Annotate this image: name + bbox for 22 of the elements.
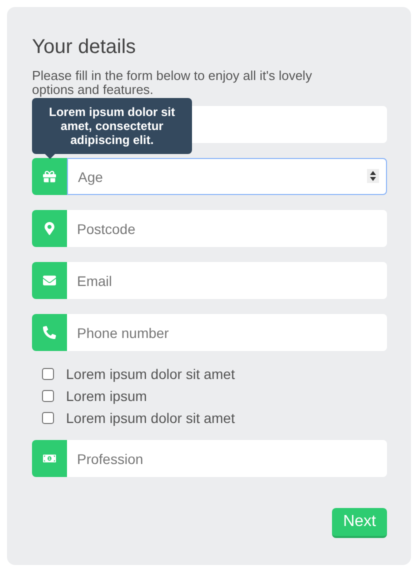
input-field[interactable]: Phone number — [67, 314, 387, 351]
tooltip-arrow — [45, 154, 55, 159]
phone-icon — [43, 326, 56, 339]
number-field[interactable]: Age — [67, 158, 387, 195]
input-field[interactable]: Profession — [67, 440, 387, 477]
checkbox[interactable] — [42, 390, 54, 402]
banknote-icon — [43, 452, 56, 465]
next-button[interactable]: Next — [332, 508, 387, 538]
checkbox-label: Lorem ipsum dolor sit amet — [66, 364, 235, 384]
input-field[interactable]: Email — [67, 262, 387, 299]
checkbox-label: Lorem ipsum dolor sit amet — [66, 408, 235, 428]
checkbox-label: Lorem ipsum — [66, 386, 147, 406]
envelope-icon — [43, 274, 56, 287]
map-pin-icon — [43, 222, 56, 235]
tooltip: Lorem ipsum dolor sit amet, consectetur adipiscing elit. — [32, 98, 192, 154]
checkbox[interactable] — [42, 412, 54, 424]
spinner-icon[interactable] — [367, 169, 379, 183]
form-description: Please fill in the form below to enjoy all it's lovely options and features. — [32, 69, 313, 97]
form-title: Your details — [32, 35, 137, 59]
gift-icon — [43, 170, 56, 183]
input-field[interactable]: Postcode — [67, 210, 387, 247]
checkbox[interactable] — [42, 368, 54, 380]
